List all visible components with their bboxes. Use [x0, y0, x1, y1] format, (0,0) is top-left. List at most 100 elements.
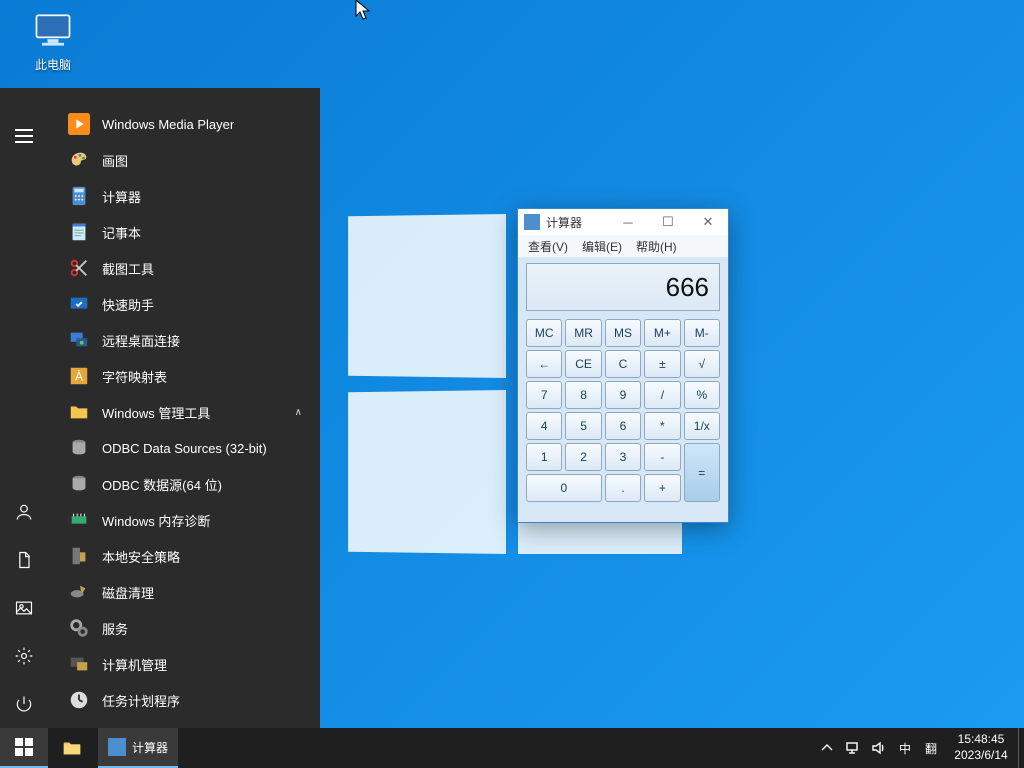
- start-user-button[interactable]: [0, 488, 48, 536]
- window-minimize-button[interactable]: ─: [608, 209, 648, 235]
- app-label: 磁盘清理: [102, 583, 154, 602]
- start-button[interactable]: [0, 728, 48, 768]
- services-icon: [68, 617, 90, 639]
- user-icon: [14, 502, 34, 522]
- calc-8[interactable]: 8: [565, 381, 601, 409]
- app-label: Windows Media Player: [102, 117, 234, 132]
- menu-help[interactable]: 帮助(H): [636, 238, 677, 255]
- app-notepad[interactable]: 记事本: [48, 214, 320, 250]
- tray-volume-button[interactable]: [866, 728, 892, 768]
- calc-2[interactable]: 2: [565, 443, 601, 471]
- calc-0[interactable]: 0: [526, 474, 602, 502]
- start-settings-button[interactable]: [0, 632, 48, 680]
- tray-network-button[interactable]: [840, 728, 866, 768]
- menu-view[interactable]: 查看(V): [528, 238, 568, 255]
- tray-ime-mode[interactable]: 翻: [918, 728, 944, 768]
- app-memory-diagnostic[interactable]: Windows 内存诊断: [48, 502, 320, 538]
- remote-desktop-icon: [68, 329, 90, 351]
- show-desktop-button[interactable]: [1018, 728, 1024, 768]
- calc-equals[interactable]: =: [684, 443, 720, 502]
- svg-text:À: À: [75, 369, 83, 384]
- menu-edit[interactable]: 编辑(E): [582, 238, 622, 255]
- app-character-map[interactable]: À 字符映射表: [48, 358, 320, 394]
- app-windows-media-player[interactable]: Windows Media Player: [48, 106, 320, 142]
- app-label: ODBC Data Sources (32-bit): [102, 441, 267, 456]
- calc-sqrt[interactable]: √: [684, 350, 720, 378]
- app-computer-management[interactable]: 计算机管理: [48, 646, 320, 682]
- tray-overflow-button[interactable]: [814, 728, 840, 768]
- app-local-security-policy[interactable]: 本地安全策略: [48, 538, 320, 574]
- app-odbc-64[interactable]: ODBC 数据源(64 位): [48, 466, 320, 502]
- calc-4[interactable]: 4: [526, 412, 562, 440]
- start-power-button[interactable]: [0, 680, 48, 728]
- calc-7[interactable]: 7: [526, 381, 562, 409]
- taskbar-app-calculator[interactable]: 计算器: [98, 728, 178, 768]
- app-event-viewer[interactable]: 事件查看器: [48, 718, 320, 728]
- app-odbc-32[interactable]: ODBC Data Sources (32-bit): [48, 430, 320, 466]
- calc-minus[interactable]: -: [644, 443, 680, 471]
- speaker-icon: [871, 740, 887, 756]
- calc-divide[interactable]: /: [644, 381, 680, 409]
- scissors-icon: [68, 257, 90, 279]
- gear-icon: [14, 646, 34, 666]
- window-maximize-button[interactable]: ☐: [648, 209, 688, 235]
- calculator-icon: [108, 738, 126, 756]
- mouse-cursor-icon: [355, 0, 373, 21]
- calculator-title: 计算器: [546, 214, 608, 231]
- calc-3[interactable]: 3: [605, 443, 641, 471]
- calc-percent[interactable]: %: [684, 381, 720, 409]
- calculator-window: 计算器 ─ ☐ ✕ 查看(V) 编辑(E) 帮助(H) 666 MC MR MS…: [517, 208, 729, 523]
- calc-ce[interactable]: CE: [565, 350, 601, 378]
- app-task-scheduler[interactable]: 任务计划程序: [48, 682, 320, 718]
- desktop-icon-this-pc[interactable]: 此电脑: [16, 8, 90, 73]
- calc-1[interactable]: 1: [526, 443, 562, 471]
- calc-plus[interactable]: +: [644, 474, 680, 502]
- calc-multiply[interactable]: *: [644, 412, 680, 440]
- calc-6[interactable]: 6: [605, 412, 641, 440]
- calculator-display: 666: [526, 263, 720, 311]
- desktop-icon-label: 此电脑: [16, 56, 90, 73]
- calc-ms[interactable]: MS: [605, 319, 641, 347]
- media-player-icon: [68, 113, 90, 135]
- calculator-app-icon: [524, 214, 540, 230]
- calc-mminus[interactable]: M-: [684, 319, 720, 347]
- app-label: 画图: [102, 151, 128, 170]
- calc-mr[interactable]: MR: [565, 319, 601, 347]
- start-documents-button[interactable]: [0, 536, 48, 584]
- calc-mc[interactable]: MC: [526, 319, 562, 347]
- calc-mplus[interactable]: M+: [644, 319, 680, 347]
- app-remote-desktop[interactable]: 远程桌面连接: [48, 322, 320, 358]
- start-pictures-button[interactable]: [0, 584, 48, 632]
- app-quick-assist[interactable]: 快速助手: [48, 286, 320, 322]
- picture-icon: [14, 598, 34, 618]
- tray-clock[interactable]: 15:48:45 2023/6/14: [944, 732, 1018, 763]
- calc-5[interactable]: 5: [565, 412, 601, 440]
- app-snipping-tool[interactable]: 截图工具: [48, 250, 320, 286]
- calc-decimal[interactable]: .: [605, 474, 641, 502]
- app-label: 远程桌面连接: [102, 331, 180, 350]
- folder-windows-admin-tools[interactable]: Windows 管理工具∧: [48, 394, 320, 430]
- app-services[interactable]: 服务: [48, 610, 320, 646]
- calc-c[interactable]: C: [605, 350, 641, 378]
- taskbar-file-explorer[interactable]: [48, 728, 96, 768]
- app-label: ODBC 数据源(64 位): [102, 475, 222, 494]
- app-label: 计算机管理: [102, 655, 167, 674]
- tray-ime-lang[interactable]: 中: [892, 728, 918, 768]
- start-expand-button[interactable]: [0, 112, 48, 160]
- security-icon: [68, 545, 90, 567]
- calc-reciprocal[interactable]: 1/x: [684, 412, 720, 440]
- clock-icon: [68, 689, 90, 711]
- start-apps-list: Windows Media Player 画图 计算器 记事本 截图工具 快速助…: [48, 88, 320, 728]
- hamburger-icon: [15, 129, 33, 143]
- calculator-titlebar[interactable]: 计算器 ─ ☐ ✕: [518, 209, 728, 235]
- calc-backspace[interactable]: ←: [526, 350, 562, 378]
- app-disk-cleanup[interactable]: 磁盘清理: [48, 574, 320, 610]
- app-label: 字符映射表: [102, 367, 167, 386]
- app-calculator[interactable]: 计算器: [48, 178, 320, 214]
- app-paint[interactable]: 画图: [48, 142, 320, 178]
- tray-time: 15:48:45: [948, 732, 1014, 748]
- app-label: 截图工具: [102, 259, 154, 278]
- window-close-button[interactable]: ✕: [688, 209, 728, 235]
- calc-negate[interactable]: ±: [644, 350, 680, 378]
- calc-9[interactable]: 9: [605, 381, 641, 409]
